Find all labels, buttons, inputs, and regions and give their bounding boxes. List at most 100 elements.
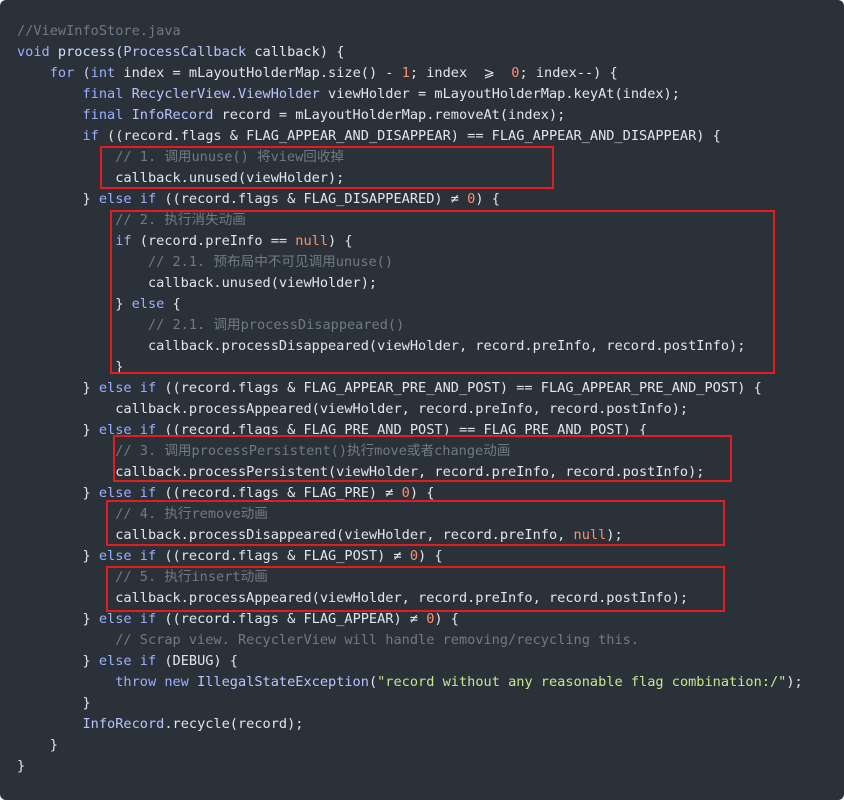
code-token-comment: //ViewInfoStore.java [17,23,181,39]
code-line: for (int index = mLayoutHolderMap.size()… [17,63,844,84]
code-token-keyword: else if [98,191,165,207]
code-token-null: null [295,233,329,249]
code-block: //ViewInfoStore.java void process(Process… [17,21,844,777]
code-line: if ((record.flags & FLAG_APPEAR_AND_DISA… [17,126,844,147]
code-token-ident: } [17,380,99,396]
code-token-ident: viewHolder = mLayoutHolderMap.keyAt(inde… [319,86,680,102]
code-token-ident: } [17,611,99,627]
code-token-keyword: final [17,107,132,123]
code-token-num: 0 [401,485,410,501]
code-line: callback.unused(viewHolder); [17,273,844,294]
code-line: // Scrap view. RecyclerView will handle … [17,630,844,651]
code-line: } else if ((record.flags & FLAG_APPEAR_P… [17,378,844,399]
code-token-ident: ); [786,674,803,690]
code-line: // 2.1. 调用processDisappeared() [17,315,844,336]
code-line: callback.unused(viewHolder); [17,168,844,189]
code-line: // 2.1. 预布局中不可见调用unuse() [17,252,844,273]
code-token-ident: } [17,653,99,669]
code-token-ident: callback.processAppeared(viewHolder, rec… [17,401,689,417]
code-token-comment: // 5. 执行insert动画 [17,569,268,585]
code-line: } else if ((record.flags & FLAG_PRE) ≠ 0… [17,483,844,504]
code-token-null: null [573,527,607,543]
code-line: } else if ((record.flags & FLAG_PRE_AND_… [17,420,844,441]
code-token-type: InfoRecord [131,107,214,123]
code-token-keyword: else if [98,380,165,396]
code-line: } else if ((record.flags & FLAG_POST) ≠ … [17,546,844,567]
code-line: if (record.preInfo == null) { [17,231,844,252]
code-line: } [17,357,844,378]
code-line: callback.processPersistent(viewHolder, r… [17,462,844,483]
code-token-ident: } [17,485,99,501]
code-line: void process(ProcessCallback callback) { [17,42,844,63]
code-token-type: RecyclerView.ViewHolder [131,86,320,102]
code-token-comment: // 4. 执行remove动画 [17,506,268,522]
code-token-type: InfoRecord [17,716,165,732]
code-token-string: "record without any reasonable flag comb… [377,674,787,690]
code-token-comment: // 2.1. 调用processDisappeared() [17,317,405,333]
code-token-keyword: else if [98,422,165,438]
code-token-ident: ( [368,674,378,690]
code-token-ident: ((record.flags & FLAG_DISAPPEARED) ≠ [164,191,468,207]
code-token-ident: callback.unused(viewHolder); [17,170,345,186]
code-token-ident: } [17,359,124,375]
code-token-keyword: else [131,296,173,312]
code-token-ident: (record.preInfo == [139,233,296,249]
code-line: } [17,756,844,777]
code-token-ident: ((record.flags & FLAG_APPEAR_PRE_AND_POS… [164,380,762,396]
code-token-ident: } [17,737,58,753]
code-line: throw new IllegalStateException("record … [17,672,844,693]
code-token-num: 0 [409,548,419,564]
code-token-ident: ) { [409,485,435,501]
code-line: callback.processDisappeared(viewHolder, … [17,525,844,546]
code-line: } else if ((record.flags & FLAG_DISAPPEA… [17,189,844,210]
code-line: // 4. 执行remove动画 [17,504,844,525]
code-token-comment: // 2. 执行消失动画 [17,212,246,228]
code-token-ident: callback) { [246,44,345,60]
code-line: // 1. 调用unuse() 将view回收掉 [17,147,844,168]
code-token-ident: ((record.flags & FLAG_APPEAR) ≠ [164,611,427,627]
code-token-ident: callback.processDisappeared(viewHolder, … [17,527,574,543]
code-token-keyword: void [17,44,58,60]
code-token-keyword: if [17,233,140,249]
code-token-keyword: else if [98,485,165,501]
code-line: } else { [17,294,844,315]
code-token-ident: ) { [328,233,353,249]
code-token-ident: ((record.flags & FLAG_PRE) ≠ [164,485,402,501]
code-token-ident: (DEBUG) { [164,653,238,669]
code-line: callback.processAppeared(viewHolder, rec… [17,399,844,420]
code-token-comment: // 2.1. 预布局中不可见调用unuse() [17,254,394,270]
code-token-op: ( [82,65,91,81]
code-token-comment: // 1. 调用unuse() 将view回收掉 [17,149,345,165]
code-token-ident: ) { [434,611,459,627]
code-token-ident: } [17,548,99,564]
code-token-ident: callback.processDisappeared(viewHolder, … [17,338,746,354]
code-token-ident: } [17,695,91,711]
code-token-keyword: final [17,86,132,102]
code-token-ident: ); [606,527,623,543]
code-token-keyword: else if [98,611,165,627]
code-token-type: ProcessCallback [123,44,247,60]
code-token-ident: { [172,296,181,312]
code-token-keyword: else if [98,548,165,564]
code-token-num: 1 [401,65,410,81]
code-line: callback.processDisappeared(viewHolder, … [17,336,844,357]
code-token-ident: callback.processAppeared(viewHolder, rec… [17,590,689,606]
code-line: callback.processAppeared(viewHolder, rec… [17,588,844,609]
code-token-func: process( [57,44,124,60]
code-token-ident: record = mLayoutHolderMap.removeAt(index… [213,107,566,123]
code-line: final RecyclerView.ViewHolder viewHolder… [17,84,844,105]
code-token-ident: } [17,758,26,774]
code-token-keyword: else if [98,653,165,669]
code-token-ident: ; index ⩾ [409,65,512,81]
code-token-keyword: if [17,128,108,144]
code-token-ident: ; index--) { [519,65,618,81]
code-token-keyword: for [17,65,83,81]
code-token-ident: } [17,296,132,312]
code-token-ident: ((record.flags & FLAG_PRE_AND_POST) == F… [164,422,648,438]
code-token-comment: // Scrap view. RecyclerView will handle … [17,632,639,648]
code-token-ident: ((record.flags & FLAG_APPEAR_AND_DISAPPE… [107,128,721,144]
code-line: // 2. 执行消失动画 [17,210,844,231]
code-line: // 3. 调用processPersistent()执行move或者chang… [17,441,844,462]
code-line: } [17,735,844,756]
code-line: } else if (DEBUG) { [17,651,844,672]
